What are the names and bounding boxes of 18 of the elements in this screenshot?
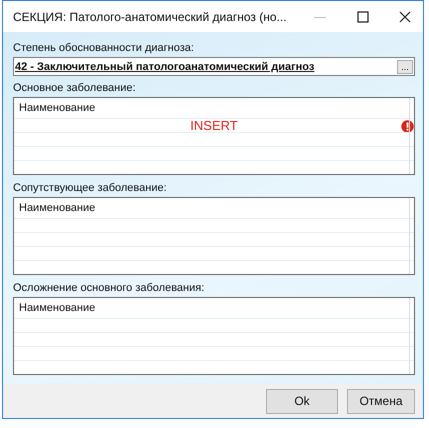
field-label: Степень обоснованности диагноза: <box>13 42 195 55</box>
data-grid[interactable]: Наименование <box>13 297 415 375</box>
diagnosis-field[interactable]: 42 - Заключительный патологоанатомический диагноз ... <box>13 57 415 76</box>
close-icon[interactable] <box>399 10 411 22</box>
maximize-icon[interactable] <box>357 10 369 22</box>
data-grid[interactable]: Наименование <box>13 197 415 275</box>
column-header: Наименование <box>18 301 96 316</box>
browse-button[interactable]: ... <box>397 60 413 74</box>
ok-button[interactable]: Ok <box>266 388 338 414</box>
window-title: СЕКЦИЯ: Патолого-анатомический диагноз (но... <box>12 10 288 24</box>
section-label: Сопутствующее заболевание: <box>13 182 168 195</box>
cancel-button[interactable]: Отмена <box>347 388 415 414</box>
section-label: Осложнение основного заболевания: <box>13 282 206 295</box>
column-header: Наименование <box>18 201 96 216</box>
column-header: Наименование <box>18 101 96 116</box>
insert-placeholder: INSERT <box>190 119 238 132</box>
section-label: Основное заболевание: <box>13 82 137 95</box>
data-grid[interactable]: Наименование INSERT <box>13 97 415 175</box>
